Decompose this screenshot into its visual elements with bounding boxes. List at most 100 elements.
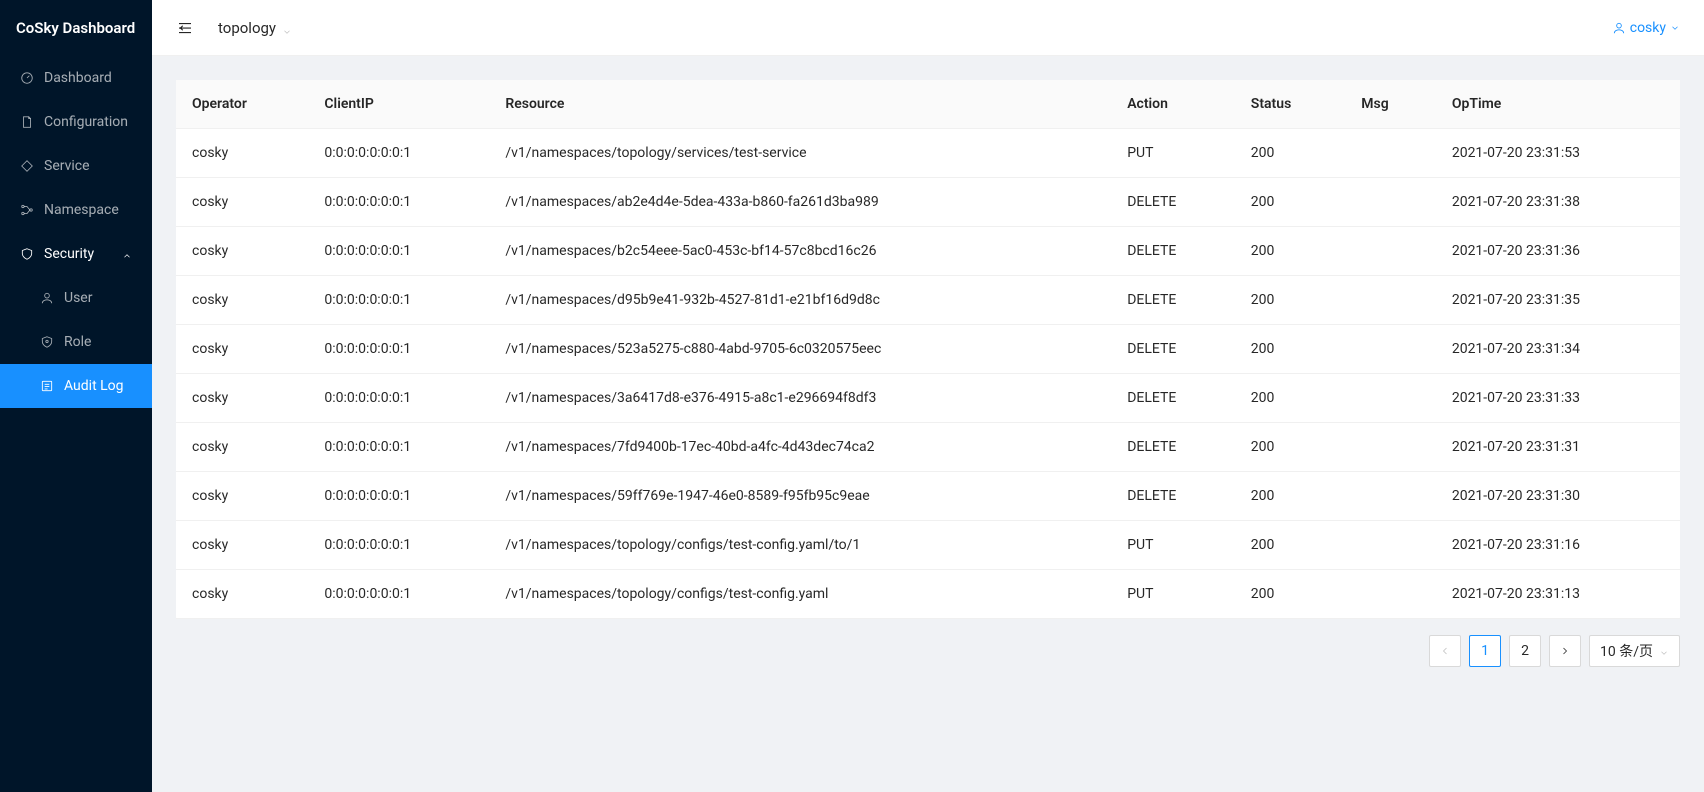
nav-menu: Dashboard Configuration Service Namespac… [0, 56, 152, 408]
cell-clientIp: 0:0:0:0:0:0:0:1 [308, 521, 489, 570]
cell-resource: /v1/namespaces/topology/configs/test-con… [489, 521, 1111, 570]
cell-action: DELETE [1111, 325, 1235, 374]
sidebar-item-user[interactable]: User [0, 276, 152, 320]
cell-clientIp: 0:0:0:0:0:0:0:1 [308, 129, 489, 178]
user-menu[interactable]: cosky [1612, 20, 1680, 36]
cell-resource: /v1/namespaces/59ff769e-1947-46e0-8589-f… [489, 472, 1111, 521]
cell-clientIp: 0:0:0:0:0:0:0:1 [308, 570, 489, 619]
cell-operator: cosky [176, 472, 308, 521]
cell-msg [1345, 129, 1436, 178]
column-header: OpTime [1436, 80, 1680, 129]
table-row: cosky0:0:0:0:0:0:0:1/v1/namespaces/d95b9… [176, 276, 1680, 325]
sidebar-item-label: Service [44, 158, 90, 174]
cell-resource: /v1/namespaces/b2c54eee-5ac0-453c-bf14-5… [489, 227, 1111, 276]
tag-icon [20, 159, 34, 173]
cell-resource: /v1/namespaces/topology/services/test-se… [489, 129, 1111, 178]
cell-action: PUT [1111, 570, 1235, 619]
cell-resource: /v1/namespaces/3a6417d8-e376-4915-a8c1-e… [489, 374, 1111, 423]
file-icon [20, 115, 34, 129]
cell-operator: cosky [176, 374, 308, 423]
cell-status: 200 [1235, 227, 1345, 276]
pagination-page-1[interactable]: 1 [1469, 635, 1501, 667]
cell-action: DELETE [1111, 276, 1235, 325]
cell-clientIp: 0:0:0:0:0:0:0:1 [308, 325, 489, 374]
cell-clientIp: 0:0:0:0:0:0:0:1 [308, 227, 489, 276]
table-row: cosky0:0:0:0:0:0:0:1/v1/namespaces/523a5… [176, 325, 1680, 374]
brand-title: CoSky Dashboard [0, 0, 152, 56]
table-row: cosky0:0:0:0:0:0:0:1/v1/namespaces/topol… [176, 129, 1680, 178]
column-header: Action [1111, 80, 1235, 129]
sidebar-item-label: Namespace [44, 202, 119, 218]
cell-clientIp: 0:0:0:0:0:0:0:1 [308, 276, 489, 325]
audit-log-table: OperatorClientIPResourceActionStatusMsgO… [176, 80, 1680, 619]
cell-resource: /v1/namespaces/d95b9e41-932b-4527-81d1-e… [489, 276, 1111, 325]
sidebar: CoSky Dashboard Dashboard Configuration … [0, 0, 152, 792]
table-row: cosky0:0:0:0:0:0:0:1/v1/namespaces/b2c54… [176, 227, 1680, 276]
cell-status: 200 [1235, 178, 1345, 227]
cell-msg [1345, 276, 1436, 325]
audit-icon [40, 379, 54, 393]
cell-msg [1345, 423, 1436, 472]
cell-opTime: 2021-07-20 23:31:33 [1436, 374, 1680, 423]
page-size-selector[interactable]: 10 条/页 [1589, 635, 1680, 667]
cell-status: 200 [1235, 570, 1345, 619]
cell-action: DELETE [1111, 472, 1235, 521]
cell-status: 200 [1235, 472, 1345, 521]
sidebar-item-namespace[interactable]: Namespace [0, 188, 152, 232]
cell-status: 200 [1235, 521, 1345, 570]
sidebar-item-service[interactable]: Service [0, 144, 152, 188]
pagination-prev[interactable] [1429, 635, 1461, 667]
cell-action: DELETE [1111, 423, 1235, 472]
cell-msg [1345, 325, 1436, 374]
sidebar-item-configuration[interactable]: Configuration [0, 100, 152, 144]
cell-opTime: 2021-07-20 23:31:13 [1436, 570, 1680, 619]
cell-action: DELETE [1111, 374, 1235, 423]
sidebar-item-label: User [64, 290, 92, 306]
cell-opTime: 2021-07-20 23:31:53 [1436, 129, 1680, 178]
table-row: cosky0:0:0:0:0:0:0:1/v1/namespaces/7fd94… [176, 423, 1680, 472]
sidebar-item-label: Security [44, 246, 94, 262]
sidebar-item-label: Dashboard [44, 70, 112, 86]
menu-fold-icon[interactable] [176, 19, 194, 37]
chevron-up-icon [122, 249, 132, 259]
cell-status: 200 [1235, 423, 1345, 472]
cell-clientIp: 0:0:0:0:0:0:0:1 [308, 423, 489, 472]
table-row: cosky0:0:0:0:0:0:0:1/v1/namespaces/3a641… [176, 374, 1680, 423]
cell-clientIp: 0:0:0:0:0:0:0:1 [308, 178, 489, 227]
sidebar-item-dashboard[interactable]: Dashboard [0, 56, 152, 100]
cell-msg [1345, 570, 1436, 619]
cell-opTime: 2021-07-20 23:31:16 [1436, 521, 1680, 570]
pagination: 12 10 条/页 [176, 619, 1680, 675]
cell-msg [1345, 374, 1436, 423]
cell-msg [1345, 521, 1436, 570]
page-size-label: 10 条/页 [1600, 641, 1653, 661]
cell-resource: /v1/namespaces/topology/configs/test-con… [489, 570, 1111, 619]
cell-opTime: 2021-07-20 23:31:31 [1436, 423, 1680, 472]
table-row: cosky0:0:0:0:0:0:0:1/v1/namespaces/topol… [176, 521, 1680, 570]
sidebar-item-role[interactable]: Role [0, 320, 152, 364]
cell-operator: cosky [176, 178, 308, 227]
cell-resource: /v1/namespaces/523a5275-c880-4abd-9705-6… [489, 325, 1111, 374]
cell-msg [1345, 178, 1436, 227]
column-header: Operator [176, 80, 308, 129]
sidebar-item-audit-log[interactable]: Audit Log [0, 364, 152, 408]
cell-operator: cosky [176, 423, 308, 472]
cell-action: DELETE [1111, 227, 1235, 276]
cell-status: 200 [1235, 129, 1345, 178]
sidebar-item-security[interactable]: Security [0, 232, 152, 276]
sidebar-item-label: Configuration [44, 114, 128, 130]
pagination-next[interactable] [1549, 635, 1581, 667]
table-row: cosky0:0:0:0:0:0:0:1/v1/namespaces/59ff7… [176, 472, 1680, 521]
table-row: cosky0:0:0:0:0:0:0:1/v1/namespaces/ab2e4… [176, 178, 1680, 227]
pagination-page-2[interactable]: 2 [1509, 635, 1541, 667]
column-header: Resource [489, 80, 1111, 129]
namespace-selector[interactable]: topology [218, 19, 292, 37]
cell-operator: cosky [176, 570, 308, 619]
cell-status: 200 [1235, 325, 1345, 374]
cell-msg [1345, 227, 1436, 276]
user-icon [40, 291, 54, 305]
cell-operator: cosky [176, 521, 308, 570]
chevron-down-icon [282, 23, 292, 33]
cell-opTime: 2021-07-20 23:31:35 [1436, 276, 1680, 325]
role-icon [40, 335, 54, 349]
